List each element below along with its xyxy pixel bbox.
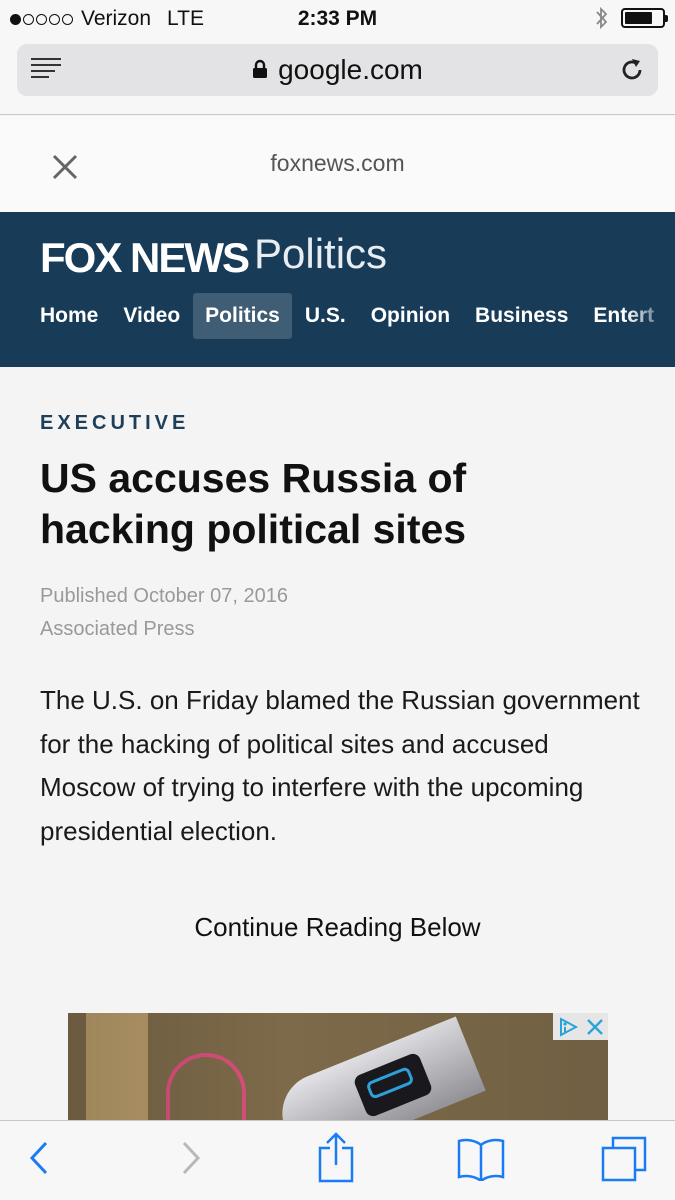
forward-icon[interactable] [178,1135,204,1181]
lock-icon [253,59,268,78]
continue-reading-label: Continue Reading Below [194,912,481,942]
nav-item-politics[interactable]: Politics [193,293,292,339]
site-nav: Home Video Politics U.S. Opinion Busines… [28,293,667,339]
nav-item-business[interactable]: Business [463,293,580,339]
site-logo[interactable]: FOX NEWS [40,234,250,282]
share-icon[interactable] [316,1131,356,1183]
ad-close-icon[interactable] [586,1018,604,1036]
site-header: FOX NEWS Politics Home Video Politics U.… [0,212,675,367]
adchoices-icon[interactable] [557,1016,579,1038]
nav-item-us[interactable]: U.S. [293,293,358,339]
article-source: Associated Press [40,618,195,640]
battery-icon [621,8,668,28]
amp-viewer-bar: foxnews.com [0,116,675,212]
adchoices-badge[interactable] [553,1013,608,1040]
back-icon[interactable] [26,1135,52,1181]
section-title: Politics [254,230,388,277]
browser-address-area: google.com [0,38,675,115]
address-host: google.com [278,54,423,85]
status-bar: Verizon LTE 2:33 PM [0,0,675,38]
status-time: 2:33 PM [297,7,378,30]
publish-date: Published October 07, 2016 [40,585,288,607]
article-headline: US accuses Russia of hacking political s… [40,455,467,552]
reload-icon[interactable] [618,56,646,84]
bluetooth-icon [596,6,608,30]
advertisement-image[interactable] [68,1013,608,1123]
amp-domain: foxnews.com [270,150,405,176]
bookmarks-icon[interactable] [456,1137,506,1181]
article-body: The U.S. on Friday blamed the Russian go… [40,685,640,846]
nav-item-home[interactable]: Home [28,293,110,339]
tabs-icon[interactable] [600,1135,648,1183]
address-bar[interactable]: google.com [17,44,658,96]
nav-item-opinion[interactable]: Opinion [359,293,462,339]
browser-toolbar [0,1120,675,1200]
article-kicker[interactable]: EXECUTIVE [40,412,189,435]
article-meta: Published October 07, 2016 Associated Pr… [40,580,288,646]
nav-item-video[interactable]: Video [111,293,192,339]
